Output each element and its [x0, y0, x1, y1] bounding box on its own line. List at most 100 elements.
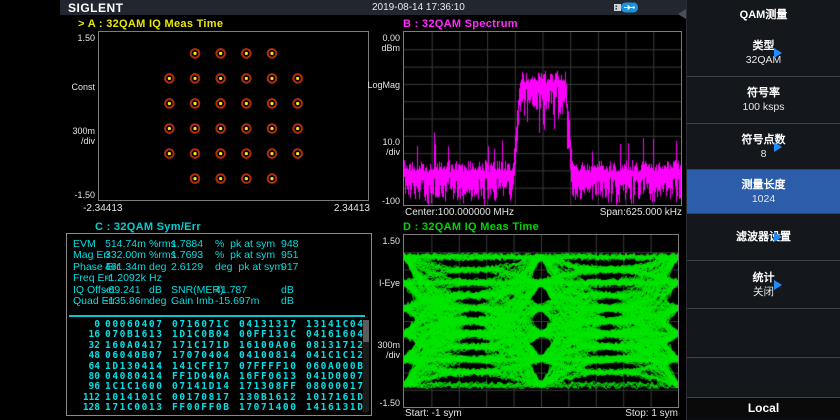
hex-row-index: 128	[67, 402, 100, 413]
top-status-bar: SIGLENT 2019-08-14 17:36:10	[60, 0, 686, 15]
hex-row-index: 96	[67, 381, 100, 392]
softkey-label: 统计	[753, 271, 775, 285]
metric-cell: 2.6129	[171, 261, 203, 273]
hex-word: 16100A06	[239, 340, 298, 351]
hex-row-index: 64	[67, 361, 100, 372]
sidebar-item-symbol-rate[interactable]: 符号率100 ksps	[687, 76, 840, 123]
eye-diagram-trace	[404, 235, 678, 407]
metric-cell: 41.787	[215, 284, 247, 296]
softkey-label: 滤波器设置	[736, 230, 791, 244]
metric-cell: Gain Imb	[171, 295, 214, 307]
sidebar-item-points-per-symbol[interactable]: 符号点数8	[687, 123, 840, 169]
softkey-label: 符号率	[747, 86, 780, 100]
d-y-div-label: 300m	[364, 340, 400, 350]
hex-row: 8004080414FF1D040A16FF0613041D0007	[67, 371, 371, 382]
sidebar-item-blank-1	[687, 308, 840, 357]
hex-word: 00060407	[105, 319, 164, 330]
hex-word: 07141D14	[172, 381, 231, 392]
hex-row: 4806040B071707040404100814041C1C12	[67, 350, 371, 361]
hex-word: 1D130414	[105, 361, 164, 372]
metric-row: Freq Err-1.2092kHz	[67, 272, 371, 283]
b-ymin-label: -100	[364, 196, 400, 206]
hex-word: 1416131D	[306, 402, 365, 413]
submenu-arrow-icon	[774, 280, 782, 290]
constellation-points	[99, 32, 368, 200]
hex-row-index: 112	[67, 392, 100, 403]
metric-cell: 461.34m	[105, 261, 146, 273]
hex-word: 060A000B	[306, 361, 365, 372]
usb-icon	[613, 2, 639, 13]
softkey-value: 1024	[752, 192, 775, 206]
hex-row: 16070B16131D1C0B0400FF131C04161604	[67, 329, 371, 340]
hex-row: 1121014101C00170817130B16121017161D	[67, 392, 371, 403]
hex-word: 04131317	[239, 319, 298, 330]
hex-word: 13141C04	[306, 319, 365, 330]
menu-title: QAM测量	[687, 0, 840, 30]
d-start-label: Start: -1 sym	[405, 409, 462, 419]
hex-word: 070B1613	[105, 329, 164, 340]
softkey-label: 测量长度	[742, 178, 786, 192]
d-y-bottom-label: -1.50	[364, 398, 400, 408]
metric-cell: Hz	[149, 272, 162, 284]
metric-row: Mag Err332.00m%rms1.7693% pk at sym951	[67, 249, 371, 260]
panel-d-title: D : 32QAM IQ Meas Time	[403, 221, 539, 233]
constellation-plot	[98, 31, 369, 201]
metric-cell: 917	[281, 261, 299, 273]
hex-word: 07FFFF10	[239, 361, 298, 372]
hex-word: FF00FF0B	[172, 402, 231, 413]
metric-cell: EVM	[73, 238, 96, 250]
table-separator	[69, 315, 365, 317]
hex-word: 08000017	[306, 381, 365, 392]
panel-a-title: > A : 32QAM IQ Meas Time	[78, 18, 223, 30]
b-ref-level-label: 0.00	[364, 33, 400, 43]
menu-collapse-arrow-icon[interactable]	[678, 9, 686, 19]
datetime-label: 2019-08-14 17:36:10	[372, 2, 465, 13]
b-span-label: Span:625.000 kHz	[560, 208, 682, 218]
hex-word: 141CFF17	[172, 361, 231, 372]
hex-word: 0716071C	[172, 319, 231, 330]
hex-row-index: 16	[67, 329, 100, 340]
metric-cell: -135.86m	[105, 295, 149, 307]
b-ydiv-label: 10.0	[364, 137, 400, 147]
hex-scrollbar-thumb[interactable]	[363, 320, 369, 342]
submenu-arrow-icon	[774, 232, 782, 242]
b-ref-unit-label: dBm	[364, 43, 400, 53]
sidebar-item-filter-settings[interactable]: 滤波器设置	[687, 213, 840, 260]
metric-cell: 514.74m	[105, 238, 146, 250]
d-y-mid-label: I-Eye	[364, 278, 400, 288]
metric-cell: -1.2092k	[105, 272, 146, 284]
hex-word: 1C1C1600	[105, 381, 164, 392]
hex-word: 171308FF	[239, 381, 298, 392]
symerr-table: EVM514.74m%rms1.7884% pk at sym948Mag Er…	[66, 233, 372, 416]
metric-cell: dB	[281, 284, 294, 296]
submenu-arrow-icon	[774, 48, 782, 58]
hex-word: 17071400	[239, 402, 298, 413]
hex-word: 16FF0613	[239, 371, 298, 382]
metric-cell: -69.241	[105, 284, 141, 296]
softkey-value: 关闭	[753, 285, 774, 299]
analyzer-screen: SIGLENT 2019-08-14 17:36:10 > A : 32QAM …	[0, 0, 840, 420]
symbol-hex-dump: 0000604070716071C0413131713141C0416070B1…	[67, 319, 371, 413]
local-button[interactable]: Local	[687, 397, 840, 418]
panel-b-title: B : 32QAM Spectrum	[403, 18, 518, 30]
metric-cell: % pk at sym	[215, 249, 275, 261]
b-scale-type-label: LogMag	[364, 80, 400, 90]
hex-word: 17070404	[172, 350, 231, 361]
sidebar-item-statistics[interactable]: 统计关闭	[687, 260, 840, 308]
softkey-menu: QAM测量 类型32QAM符号率100 ksps符号点数8测量长度1024滤波器…	[686, 0, 840, 420]
sidebar-item-meas-length[interactable]: 测量长度1024	[687, 169, 840, 213]
spectrum-trace	[404, 32, 681, 205]
a-y-mid-label: Const	[58, 82, 95, 92]
metric-cell: 948	[281, 238, 299, 250]
brand-logo: SIGLENT	[68, 1, 124, 15]
softkey-label: 类型	[753, 39, 775, 53]
softkey-value: 8	[761, 147, 767, 161]
panel-c-title: C : 32QAM Sym/Err	[95, 221, 201, 233]
metric-cell: 951	[281, 249, 299, 261]
hex-word: 130B1612	[239, 392, 298, 403]
sidebar-item-type[interactable]: 类型32QAM	[687, 30, 840, 76]
spectrum-plot	[403, 31, 682, 206]
hex-word: FF1D040A	[172, 371, 231, 382]
hex-word: 160A0417	[105, 340, 164, 351]
metric-row: EVM514.74m%rms1.7884% pk at sym948	[67, 238, 371, 249]
